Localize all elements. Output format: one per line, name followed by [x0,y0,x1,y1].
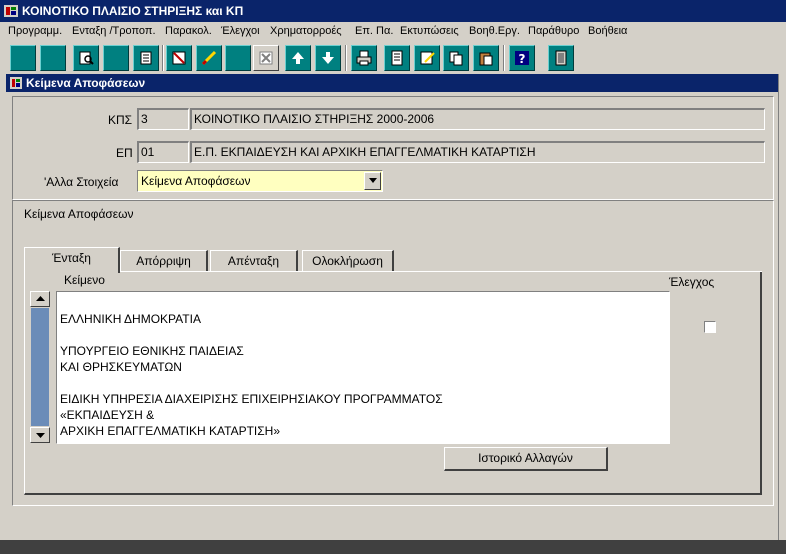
search-db-icon [79,51,94,65]
text-scrollbar[interactable] [30,291,50,443]
edit-icon [201,50,217,66]
toolbar-button-2[interactable] [40,45,66,71]
menu-xrimatorroes[interactable]: Χρηματορροές [270,25,342,37]
ep-name-field[interactable]: Ε.Π. ΕΚΠΑΙΔΕΥΣΗ ΚΑΙ ΑΡΧΙΚΗ ΕΠΑΓΓΕΛΜΑΤΙΚΗ… [190,141,765,163]
toolbar-button-db[interactable] [133,45,159,71]
toolbar-button-report[interactable] [384,45,410,71]
menu-voith-erg[interactable]: Βοηθ.Εργ. [469,25,520,37]
scroll-down-icon [36,433,45,438]
report-icon [391,50,403,66]
chevron-down-icon [369,178,377,183]
tab-entaxi[interactable]: Ένταξη [24,247,120,273]
arrow-up-icon [292,52,304,64]
toolbar-button-preview[interactable] [166,45,192,71]
other-data-select[interactable]: Κείμενα Αποφάσεων [137,170,383,192]
printer-icon [356,50,372,66]
text-line: ΕΛΛΗΝΙΚΗ ΔΗΜΟΚΡΑΤΙΑ [60,312,201,326]
toolbar-button-1[interactable] [10,45,36,71]
toolbar-button-8[interactable] [225,45,251,71]
toolbar-button-print[interactable] [351,45,377,71]
section-title: Κείμενα Αποφάσεων [24,207,134,221]
check-checkbox[interactable] [704,321,716,333]
help-icon: ? [515,51,529,66]
copy-icon [449,51,463,66]
scroll-down-button[interactable] [30,427,50,443]
arrow-down-icon [322,52,334,64]
paste-icon [479,52,493,66]
check-label: Έλεγχος [669,275,715,289]
delete-icon [259,51,273,65]
kps-name-field[interactable]: ΚΟΙΝΟΤΙΚΟ ΠΛΑΙΣΙΟ ΣΤΗΡΙΞΗΣ 2000-2006 [190,108,765,130]
scroll-thumb[interactable] [31,308,49,426]
text-line: ΕΙΔΙΚΗ ΥΠΗΡΕΣΙΑ ΔΙΑΧΕΙΡΙΣΗΣ ΕΠΙΧΕΙΡΗΣΙΑΚ… [60,392,443,406]
tab-content-top-border [120,271,762,272]
text-line: ΥΠΟΥΡΓΕΙΟ ΕΘΝΙΚΗΣ ΠΑΙΔΕΙΑΣ [60,344,244,358]
toolbar-separator [162,45,164,71]
ep-code-field[interactable]: 01 [137,141,189,163]
toolbar-button-paste[interactable] [473,45,499,71]
toolbar-button-edit-doc[interactable] [414,45,440,71]
dropdown-button[interactable] [364,172,381,190]
other-data-value: Κείμενα Αποφάσεων [141,174,251,188]
toolbar-separator [503,45,505,71]
subwindow-title-bar: Κείμενα Αποφάσεων [6,74,786,92]
subwindow-title: Κείμενα Αποφάσεων [26,76,146,90]
toolbar-button-down[interactable] [315,45,341,71]
print-preview-icon [172,51,186,65]
menu-ektyposeis[interactable]: Εκτυπώσεις [400,25,459,37]
history-button[interactable]: Ιστορικό Αλλαγών [444,447,608,471]
tab-apentaxi[interactable]: Απένταξη [210,250,298,272]
text-line: ΚΑΙ ΘΡΗΣΚΕΥΜΑΤΩΝ [60,360,182,374]
tab-aporripsi[interactable]: Απόρριψη [120,250,208,272]
menu-voitheia[interactable]: Βοήθεια [588,25,627,37]
menu-parathyro[interactable]: Παράθυρο [528,25,579,37]
app-icon [4,5,18,17]
text-line: ΑΡΧΙΚΗ ΕΠΑΓΓΕΛΜΑΤΙΚΗ ΚΑΤΑΡΤΙΣΗ» [60,424,281,438]
toolbar-button-delete[interactable] [253,45,279,71]
kps-code-field[interactable]: 3 [137,108,189,130]
window-right-edge [778,74,786,540]
database-icon [140,51,152,65]
text-line: «ΕΚΠΑΙΔΕΥΣΗ & [60,408,155,422]
kps-label: ΚΠΣ [108,113,133,127]
toolbar: ? [0,42,786,74]
decision-text-area[interactable]: ΕΛΛΗΝΙΚΗ ΔΗΜΟΚΡΑΤΙΑ ΥΠΟΥΡΓΕΙΟ ΕΘΝΙΚΗΣ ΠΑ… [56,291,670,444]
scroll-up-button[interactable] [30,291,50,307]
title-bar: ΚΟΙΝΟΤΙΚΟ ΠΛΑΙΣΙΟ ΣΤΗΡΙΞΗΣ και ΚΠ [0,0,786,22]
menu-bar: Προγραμμ. Ενταξη /Τροποπ. Παρακολ. Έλεγχ… [0,22,786,42]
other-data-label: 'Αλλα Στοιχεία [44,175,119,189]
menu-parakol[interactable]: Παρακολ. [165,25,212,37]
toolbar-button-up[interactable] [285,45,311,71]
toolbar-button-4[interactable] [103,45,129,71]
form-icon [10,77,22,89]
menu-elegxoi[interactable]: Έλεγχοι [221,25,260,37]
scroll-up-icon [36,296,45,301]
tab-oloklirosi[interactable]: Ολοκλήρωση [302,250,394,272]
exit-icon [555,50,567,66]
toolbar-button-exit[interactable] [548,45,574,71]
svg-text:?: ? [519,52,526,66]
toolbar-button-query[interactable] [73,45,99,71]
window-title: ΚΟΙΝΟΤΙΚΟ ΠΛΑΙΣΙΟ ΣΤΗΡΙΞΗΣ και ΚΠ [22,4,244,18]
toolbar-button-copy[interactable] [443,45,469,71]
menu-ep-pa[interactable]: Επ. Πα. [355,25,393,37]
edit-doc-icon [420,51,435,65]
toolbar-button-edit[interactable] [196,45,222,71]
text-label: Κείμενο [64,273,105,287]
menu-entaxi[interactable]: Ενταξη /Τροποπ. [72,25,156,37]
toolbar-button-help[interactable]: ? [509,45,535,71]
ep-label: ΕΠ [116,146,133,160]
menu-programm[interactable]: Προγραμμ. [8,25,62,37]
status-strip [0,540,786,554]
toolbar-separator [345,45,347,71]
